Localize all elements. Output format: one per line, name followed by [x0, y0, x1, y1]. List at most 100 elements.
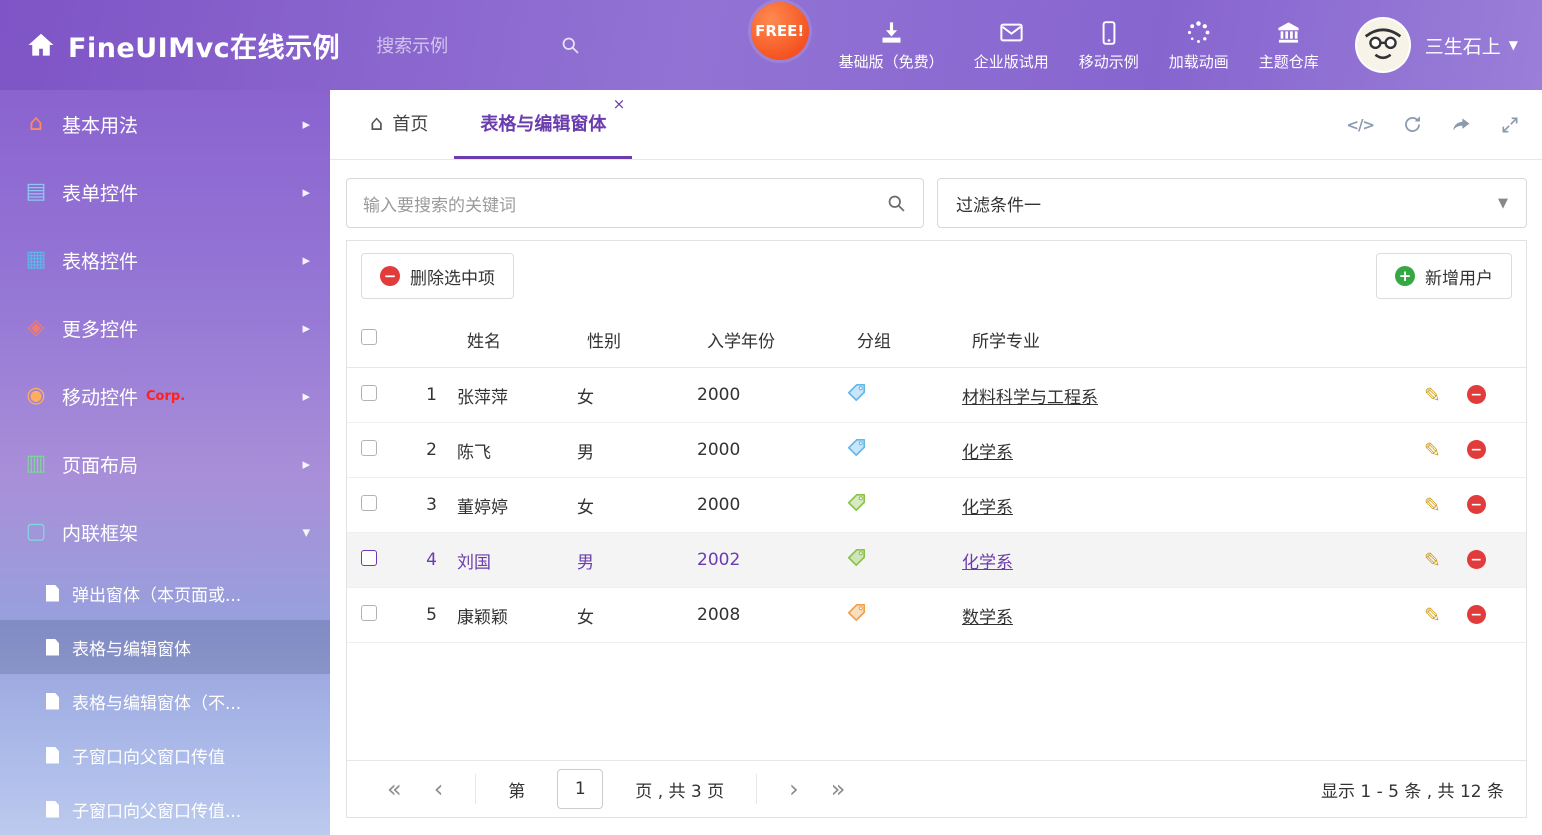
- keyword-search-input[interactable]: 输入要搜索的关键词: [346, 178, 924, 228]
- plus-circle-icon: +: [1395, 266, 1415, 286]
- sidebar-subitem[interactable]: 表格与编辑窗体: [0, 620, 330, 674]
- tab-grid-edit-window[interactable]: 表格与编辑窗体 ×: [454, 90, 632, 159]
- row-checkbox[interactable]: [361, 385, 377, 401]
- delete-icon[interactable]: −: [1467, 385, 1486, 404]
- chevron-right-icon: ▸: [302, 387, 310, 405]
- search-icon[interactable]: [560, 35, 581, 56]
- header-nav-item[interactable]: 企业版试用: [974, 19, 1049, 72]
- file-icon: [46, 639, 59, 656]
- file-icon: [46, 747, 59, 764]
- code-icon[interactable]: </>: [1346, 116, 1374, 134]
- record-summary: 显示 1 - 5 条 , 共 12 条: [1321, 777, 1504, 802]
- prev-page-icon[interactable]: ‹: [434, 777, 444, 801]
- table-row[interactable]: 2陈飞男2000化学系✎−: [347, 423, 1526, 478]
- row-index: 2: [393, 440, 453, 460]
- column-header-gender[interactable]: 性别: [573, 327, 693, 352]
- delete-icon[interactable]: −: [1467, 605, 1486, 624]
- row-checkbox[interactable]: [361, 550, 377, 566]
- sidebar-subitem[interactable]: 子窗口向父窗口传值...: [0, 782, 330, 835]
- table-row[interactable]: 4刘国男2002化学系✎−: [347, 533, 1526, 588]
- major-link[interactable]: 化学系: [962, 553, 1013, 573]
- row-year: 2002: [693, 550, 843, 570]
- column-header-group[interactable]: 分组: [843, 327, 958, 352]
- last-page-icon[interactable]: »: [831, 777, 846, 801]
- sidebar-item[interactable]: ⌂基本用法▸: [0, 90, 330, 158]
- major-link[interactable]: 化学系: [962, 443, 1013, 463]
- spinner-icon: [1185, 19, 1212, 46]
- select-all-checkbox[interactable]: [361, 329, 377, 345]
- app-title: FineUIMvc在线示例: [68, 26, 340, 65]
- sidebar-item[interactable]: ▢内联框架▾: [0, 498, 330, 566]
- row-checkbox[interactable]: [361, 605, 377, 621]
- header-nav-item[interactable]: 移动示例: [1079, 19, 1139, 72]
- edit-icon[interactable]: ✎: [1424, 550, 1441, 570]
- row-name: 刘国: [453, 548, 573, 573]
- sidebar-subitem[interactable]: 子窗口向父窗口传值: [0, 728, 330, 782]
- sidebar-subitem-label: 表格与编辑窗体（不...: [72, 689, 241, 714]
- header-nav-item[interactable]: 主题仓库: [1259, 19, 1319, 72]
- column-header-name[interactable]: 姓名: [453, 327, 573, 352]
- column-header-major[interactable]: 所学专业: [958, 327, 1416, 352]
- next-page-icon[interactable]: ›: [789, 777, 799, 801]
- first-page-icon[interactable]: «: [387, 777, 402, 801]
- sidebar-item[interactable]: ▥页面布局▸: [0, 430, 330, 498]
- home-icon[interactable]: [26, 30, 56, 60]
- refresh-icon[interactable]: [1402, 114, 1423, 135]
- row-name: 张萍萍: [453, 383, 573, 408]
- delete-icon[interactable]: −: [1467, 550, 1486, 569]
- avatar[interactable]: [1355, 17, 1411, 73]
- sidebar-item[interactable]: ◉移动控件Corp.▸: [0, 362, 330, 430]
- home-small-icon: ⌂: [22, 113, 50, 135]
- major-link[interactable]: 化学系: [962, 498, 1013, 518]
- header-search[interactable]: 搜索示例: [376, 32, 581, 58]
- sidebar-item-label: 内联框架: [62, 519, 138, 546]
- sidebar-item[interactable]: ▤表单控件▸: [0, 158, 330, 226]
- edit-icon[interactable]: ✎: [1424, 440, 1441, 460]
- tab-toolbar: </>: [1346, 90, 1520, 159]
- close-icon[interactable]: ×: [613, 97, 626, 112]
- header-nav-item[interactable]: 基础版（免费）: [839, 19, 944, 72]
- tab-label: 首页: [392, 110, 428, 136]
- free-badge: FREE!: [751, 2, 809, 60]
- sidebar-item[interactable]: ◈更多控件▸: [0, 294, 330, 362]
- tab-bar: ⌂ 首页 表格与编辑窗体 × </>: [330, 90, 1542, 160]
- user-menu[interactable]: 三生石上 ▼: [1425, 32, 1518, 59]
- sidebar-subitem[interactable]: 表格与编辑窗体（不...: [0, 674, 330, 728]
- share-icon[interactable]: [1451, 114, 1472, 135]
- header-nav-label: 基础版（免费）: [839, 51, 944, 72]
- page-suffix: 页 , 共 3 页: [635, 777, 724, 802]
- tag-icon: [847, 383, 866, 402]
- major-link[interactable]: 材料科学与工程系: [962, 388, 1098, 408]
- table-row[interactable]: 3董婷婷女2000化学系✎−: [347, 478, 1526, 533]
- chevron-right-icon: ▸: [302, 251, 310, 269]
- delete-icon[interactable]: −: [1467, 440, 1486, 459]
- row-checkbox[interactable]: [361, 495, 377, 511]
- edit-icon[interactable]: ✎: [1424, 385, 1441, 405]
- expand-icon[interactable]: [1500, 115, 1520, 135]
- header-nav: 基础版（免费） 企业版试用移动示例加载动画主题仓库: [839, 19, 1319, 72]
- delete-selected-button[interactable]: − 删除选中项: [361, 253, 514, 299]
- layout-icon: ▥: [22, 453, 50, 475]
- column-header-year[interactable]: 入学年份: [693, 327, 843, 352]
- header-nav-item[interactable]: 加载动画: [1169, 19, 1229, 72]
- major-link[interactable]: 数学系: [962, 608, 1013, 628]
- delete-icon[interactable]: −: [1467, 495, 1486, 514]
- sidebar-item[interactable]: ▦表格控件▸: [0, 226, 330, 294]
- search-icon[interactable]: [886, 193, 907, 214]
- user-name: 三生石上: [1425, 32, 1501, 59]
- sidebar-subitem[interactable]: 弹出窗体（本页面或...: [0, 566, 330, 620]
- sidebar-item-label: 表单控件: [62, 179, 138, 206]
- bank-icon: [1275, 19, 1302, 46]
- page-number-input[interactable]: 1: [557, 769, 603, 809]
- edit-icon[interactable]: ✎: [1424, 495, 1441, 515]
- table-row[interactable]: 5康颖颖女2008数学系✎−: [347, 588, 1526, 643]
- row-checkbox[interactable]: [361, 440, 377, 456]
- row-gender: 女: [573, 603, 693, 628]
- add-user-button[interactable]: + 新增用户: [1376, 253, 1512, 299]
- edit-icon[interactable]: ✎: [1424, 605, 1441, 625]
- filter-dropdown[interactable]: 过滤条件一 ▼: [937, 178, 1527, 228]
- table-row[interactable]: 1张萍萍女2000材料科学与工程系✎−: [347, 368, 1526, 423]
- tab-home[interactable]: ⌂ 首页: [344, 90, 454, 159]
- table-header-row: 姓名 性别 入学年份 分组 所学专业: [347, 311, 1526, 368]
- file-icon: [46, 693, 59, 710]
